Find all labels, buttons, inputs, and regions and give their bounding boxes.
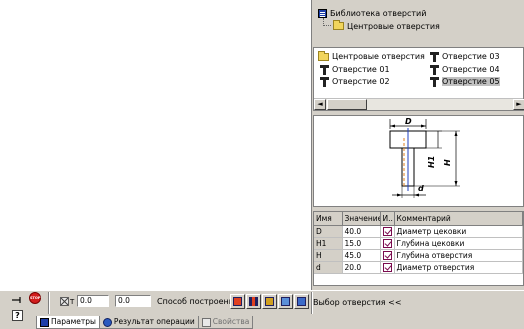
help-icon[interactable]: ?: [12, 310, 23, 321]
param-comment: Диаметр цековки: [394, 225, 523, 238]
column-header-flag[interactable]: И..: [380, 212, 395, 226]
tab-label: Результат операции: [113, 317, 195, 326]
param-comment: Глубина отверстия: [394, 249, 523, 262]
tree-item-library[interactable]: Библиотека отверстий: [318, 7, 426, 19]
build-method-button-4[interactable]: [278, 294, 293, 309]
hole-icon: [320, 64, 329, 75]
param-value[interactable]: 45.0: [342, 249, 381, 262]
list-item[interactable]: Отверстие 03: [430, 51, 500, 62]
checkbox[interactable]: [382, 250, 392, 260]
coord-y-field[interactable]: 0.0: [115, 295, 151, 307]
tree-item-label: Библиотека отверстий: [330, 8, 427, 18]
build-point-icon: [265, 297, 274, 306]
param-name: H: [314, 249, 343, 262]
table-row[interactable]: d 20.0 Диаметр отверстия: [314, 261, 523, 274]
scroll-left-button[interactable]: ◄: [314, 99, 326, 110]
hole-drawing: D H1 H d: [389, 117, 460, 198]
param-checkbox-cell[interactable]: [380, 249, 395, 262]
coord-x-field[interactable]: 0.0: [77, 295, 109, 307]
checkbox[interactable]: [382, 226, 392, 236]
label-H: H: [443, 159, 452, 166]
param-name: D: [314, 225, 343, 238]
list-item[interactable]: Отверстие 01: [320, 64, 390, 75]
hole-icon: [430, 51, 439, 62]
table-row[interactable]: H1 15.0 Глубина цековки: [314, 237, 523, 250]
tree-connector: [323, 18, 331, 26]
hole-icon: [430, 64, 439, 75]
list-item-selected[interactable]: Отверстие 05: [430, 76, 500, 87]
build-method-button-1[interactable]: [230, 294, 245, 309]
tab-operation-result[interactable]: Результат операции: [98, 316, 199, 329]
parameters-icon: [40, 317, 49, 327]
build-curve-icon: [281, 297, 290, 306]
tab-label: Свойства: [212, 317, 250, 326]
properties-icon: [201, 317, 211, 327]
build-edge-icon: [297, 297, 306, 306]
tree-item-center-holes[interactable]: Центровые отверстия: [333, 20, 440, 32]
tree-item-label: Центровые отверстия: [347, 21, 440, 31]
hole-preview: D H1 H d: [313, 115, 524, 207]
table-row[interactable]: H 45.0 Глубина отверстия: [314, 249, 523, 262]
param-comment: Глубина цековки: [394, 237, 523, 250]
hole-list[interactable]: Центровые отверстия Отверстие 01 Отверст…: [313, 47, 524, 111]
build-method-label: Способ построения: [157, 297, 239, 306]
label-d: d: [418, 184, 424, 193]
hole-icon: [320, 76, 329, 87]
param-name: d: [314, 261, 343, 274]
build-method-button-3[interactable]: [262, 294, 277, 309]
param-checkbox-cell[interactable]: [380, 261, 395, 274]
table-header-row: Имя Значение И.. Комментарий: [314, 212, 523, 226]
scroll-thumb[interactable]: [327, 99, 367, 110]
pin-icon[interactable]: [12, 296, 24, 304]
hole-icon: [430, 76, 439, 87]
param-name: H1: [314, 237, 343, 250]
property-tabs: Параметры Результат операции Свойства: [36, 316, 254, 329]
separator: [48, 292, 50, 314]
param-value[interactable]: 15.0: [342, 237, 381, 250]
checkbox[interactable]: [382, 238, 392, 248]
tab-label: Параметры: [51, 317, 96, 326]
list-item[interactable]: Центровые отверстия: [318, 50, 425, 62]
folder-icon: [333, 20, 344, 30]
label-D: D: [405, 117, 412, 126]
column-header-name[interactable]: Имя: [314, 212, 343, 226]
library-icon: [318, 8, 327, 18]
operation-result-icon: [102, 317, 112, 327]
coord-x-label: T: [70, 298, 75, 306]
param-value[interactable]: 40.0: [342, 225, 381, 238]
list-item[interactable]: Отверстие 04: [430, 64, 500, 75]
param-checkbox-cell[interactable]: [380, 237, 395, 250]
stop-icon[interactable]: STOP: [29, 292, 41, 304]
library-tree: Библиотека отверстий Центровые отверстия: [313, 3, 524, 43]
build-axis-icon: [249, 297, 258, 306]
folder-icon: [318, 50, 329, 61]
list-item[interactable]: Отверстие 02: [320, 76, 390, 87]
build-method-button-2[interactable]: [246, 294, 261, 309]
table-row[interactable]: D 40.0 Диаметр цековки: [314, 225, 523, 238]
param-comment: Диаметр отверстия: [394, 261, 523, 274]
select-hole-button[interactable]: Выбор отверстия <<: [313, 295, 411, 310]
axis-x-icon[interactable]: [60, 297, 69, 306]
label-H1: H1: [427, 156, 436, 168]
tab-parameters[interactable]: Параметры: [36, 316, 100, 329]
build-method-button-5[interactable]: [294, 294, 309, 309]
checkbox[interactable]: [382, 262, 392, 272]
build-face-icon: [233, 297, 242, 306]
tab-properties[interactable]: Свойства: [197, 316, 254, 329]
scroll-right-button[interactable]: ►: [513, 99, 524, 110]
column-header-comment[interactable]: Комментарий: [394, 212, 523, 226]
horizontal-scrollbar[interactable]: ◄ ►: [314, 98, 524, 110]
column-header-value[interactable]: Значение: [342, 212, 381, 226]
param-value[interactable]: 20.0: [342, 261, 381, 274]
parameter-table: Имя Значение И.. Комментарий D 40.0 Диам…: [313, 211, 524, 286]
param-checkbox-cell[interactable]: [380, 225, 395, 238]
